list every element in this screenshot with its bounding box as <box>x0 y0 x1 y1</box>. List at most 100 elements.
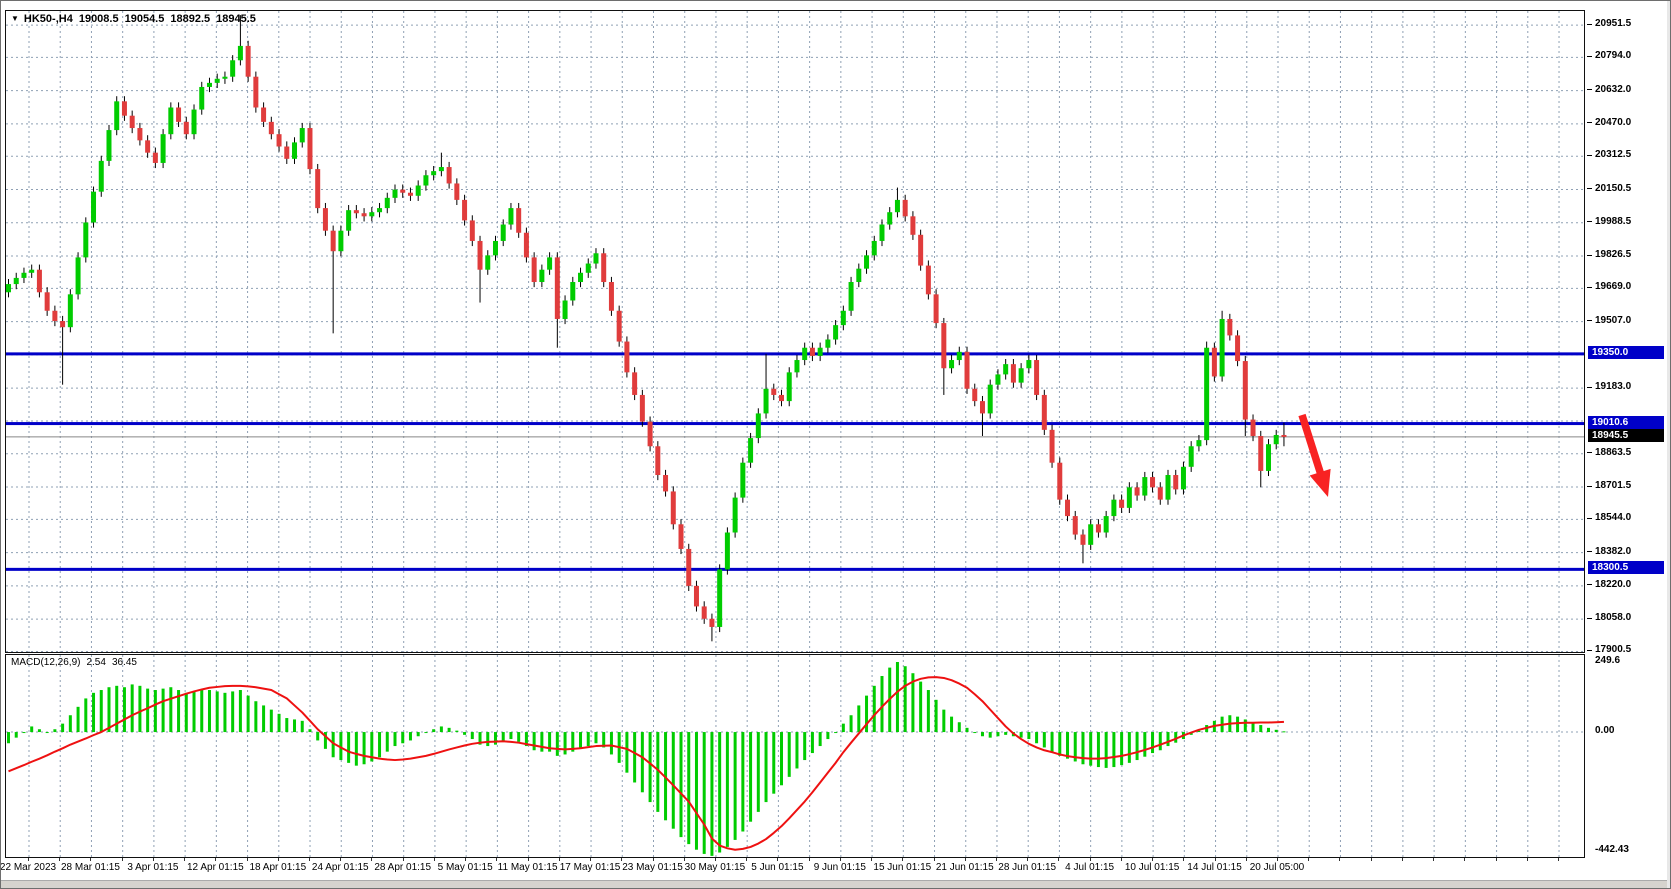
macd-histogram-bar <box>308 729 311 732</box>
macd-histogram-bar <box>363 732 366 764</box>
macd-histogram-bar <box>788 732 791 777</box>
candle-body <box>1181 467 1186 490</box>
macd-histogram-bar <box>1267 728 1270 732</box>
price-tick-label: 18058.0 <box>1595 612 1631 623</box>
macd-histogram-bar <box>1282 731 1285 732</box>
macd-histogram-bar <box>1236 717 1239 732</box>
candle-body <box>578 273 583 282</box>
candle-body <box>756 413 761 438</box>
macd-histogram-bar <box>610 732 613 754</box>
macd-histogram-bar <box>811 732 814 753</box>
candle-body <box>1127 487 1132 508</box>
time-tick-label: 14 Jul 01:15 <box>1187 862 1242 873</box>
time-tick-mark <box>840 858 841 861</box>
macd-histogram-bar <box>84 698 87 732</box>
macd-histogram-bar <box>301 721 304 732</box>
macd-histogram-bar <box>61 724 64 732</box>
candle-body <box>516 208 521 233</box>
macd-histogram-bar <box>734 732 737 840</box>
time-axis[interactable]: 22 Mar 202328 Mar 01:153 Apr 01:1512 Apr… <box>5 858 1585 880</box>
candle-body <box>37 270 42 293</box>
candle-body <box>1204 348 1209 440</box>
price-tick-label: 18863.5 <box>1595 447 1631 458</box>
time-tick-mark <box>309 858 310 861</box>
candle-body <box>106 130 111 161</box>
time-tick-mark <box>934 858 935 861</box>
macd-histogram-bar <box>540 732 543 752</box>
symbol-timeframe: HK50-,H4 <box>24 13 73 25</box>
time-tick-mark <box>965 858 966 861</box>
time-tick-label: 10 Jul 01:15 <box>1125 862 1180 873</box>
time-tick-mark <box>1339 858 1340 861</box>
candle-body <box>454 183 459 199</box>
macd-histogram-bar <box>1020 732 1023 738</box>
candle-body <box>1166 475 1171 500</box>
candle-body <box>934 294 939 323</box>
macd-histogram-bar <box>1259 725 1262 732</box>
price-chart[interactable] <box>6 11 1584 652</box>
candle-body <box>1196 440 1201 446</box>
price-tick-mark <box>1587 89 1592 90</box>
candle-body <box>431 171 436 175</box>
macd-histogram-bar <box>231 691 234 732</box>
time-tick-label: 17 May 01:15 <box>560 862 621 873</box>
candle-body <box>362 213 367 216</box>
candle-body <box>277 134 282 146</box>
horizontal-level-line[interactable] <box>6 352 1584 355</box>
candle-body <box>338 231 343 252</box>
candle-body <box>601 253 606 282</box>
horizontal-level-line[interactable] <box>6 568 1584 571</box>
macd-histogram-bar <box>896 662 899 732</box>
macd-histogram-bar <box>880 676 883 732</box>
arrow-head[interactable] <box>1310 469 1331 497</box>
time-tick-mark <box>340 858 341 861</box>
price-line-label: 18945.5 <box>1588 429 1664 442</box>
candle-body <box>508 208 513 224</box>
time-tick-label: 21 Jun 01:15 <box>936 862 994 873</box>
macd-chart[interactable] <box>6 655 1584 857</box>
price-line-label: 19350.0 <box>1588 346 1664 359</box>
macd-histogram-bar <box>417 732 420 736</box>
candle-body <box>1034 360 1039 395</box>
candle-body <box>222 77 227 79</box>
macd-histogram-bar <box>200 690 203 732</box>
chart-window: ▼HK50-,H419008.519054.518892.518945.5 MA… <box>0 0 1671 889</box>
candle-body <box>524 233 529 258</box>
macd-histogram-bar <box>509 732 512 739</box>
bottom-strip <box>1 880 1670 889</box>
candle-body <box>168 107 173 134</box>
candle-body <box>29 270 34 273</box>
candle-body <box>377 208 382 212</box>
time-tick-mark <box>902 858 903 861</box>
candle-body <box>1142 477 1147 495</box>
candle-body <box>207 83 212 87</box>
chevron-down-icon[interactable]: ▼ <box>11 14 19 23</box>
macd-histogram-bar <box>223 693 226 732</box>
macd-histogram-bar <box>285 718 288 732</box>
macd-histogram-bar <box>1244 719 1247 732</box>
candle-body <box>393 190 398 198</box>
candle-body <box>323 208 328 231</box>
price-tick-mark <box>1587 618 1592 619</box>
macd-histogram-bar <box>1143 732 1146 757</box>
candle-body <box>995 374 1000 384</box>
macd-histogram-bar <box>1004 732 1007 735</box>
candle-body <box>1158 487 1163 499</box>
macd-histogram-bar <box>1097 732 1100 767</box>
macd-histogram-bar <box>989 732 992 738</box>
candle-body <box>547 257 552 269</box>
candle-body <box>145 140 150 152</box>
candle-body <box>1135 487 1140 495</box>
price-axis[interactable]: 20951.520794.020632.020470.020312.520150… <box>1587 10 1671 653</box>
macd-histogram-bar <box>1128 732 1131 763</box>
price-tick-mark <box>1587 56 1592 57</box>
macd-histogram-bar <box>850 715 853 732</box>
macd-histogram-bar <box>973 732 976 733</box>
macd-axis[interactable]: 249.60.00-442.43 <box>1587 654 1671 858</box>
horizontal-level-line[interactable] <box>6 422 1584 425</box>
macd-histogram-bar <box>873 686 876 732</box>
macd-histogram-bar <box>69 715 72 732</box>
macd-histogram-bar <box>424 732 427 733</box>
candle-body <box>725 533 730 570</box>
time-tick-mark <box>90 858 91 861</box>
